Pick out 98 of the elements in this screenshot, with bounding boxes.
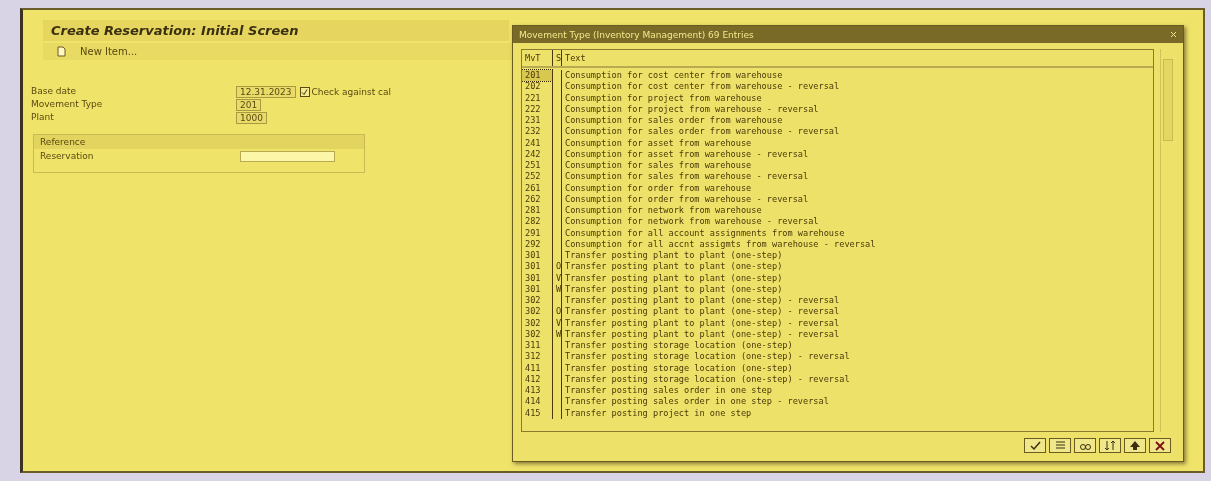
table-cell[interactable]: Consumption for network from warehouse - reversal: [562, 216, 1153, 228]
table-cell[interactable]: Consumption for asset from warehouse - reversal: [562, 148, 1153, 160]
table-cell[interactable]: Consumption for sales from warehouse - reversal: [562, 171, 1153, 183]
table-cell[interactable]: 302: [522, 328, 552, 340]
table-cell[interactable]: Transfer posting storage location (one-step): [562, 340, 1153, 352]
table-cell[interactable]: 221: [522, 92, 552, 104]
table-cell[interactable]: Consumption for all account assignments from warehouse: [562, 227, 1153, 239]
table-cell[interactable]: Consumption for sales order from warehouse: [562, 115, 1153, 127]
sort-icon: [1104, 440, 1116, 451]
input-field[interactable]: 201: [236, 99, 262, 111]
table-cell[interactable]: 281: [522, 205, 552, 217]
screen-title: Create Reservation: Initial Screen: [43, 20, 509, 41]
table-cell[interactable]: Transfer posting plant to plant (one-step): [562, 261, 1153, 273]
table-cell[interactable]: Transfer posting plant to plant (one-step) - reversal: [562, 328, 1153, 340]
table-cell[interactable]: Transfer posting project in one step: [562, 407, 1153, 419]
table-cell[interactable]: 201: [522, 70, 552, 82]
table-cell: O: [552, 306, 562, 318]
table-cell[interactable]: Consumption for sales order from warehouse - reversal: [562, 126, 1153, 138]
check-button[interactable]: [1024, 438, 1046, 453]
table-cell[interactable]: 291: [522, 227, 552, 239]
table-cell[interactable]: 252: [522, 171, 552, 183]
table-cell[interactable]: 414: [522, 396, 552, 408]
find-button[interactable]: [1074, 438, 1096, 453]
table-cell: W: [552, 328, 562, 340]
table-cell[interactable]: 302: [522, 306, 552, 318]
table-cell[interactable]: Transfer posting plant to plant (one-step): [562, 250, 1153, 262]
table-cell[interactable]: 302: [522, 317, 552, 329]
dialog-title: Movement Type (Inventory Management) 69 Entries: [519, 29, 754, 40]
column-header[interactable]: MvT: [522, 50, 552, 66]
input-field[interactable]: 12.31.2023: [236, 86, 296, 98]
table-cell[interactable]: Transfer posting storage location (one-step): [562, 362, 1153, 374]
field-label: Base date: [31, 86, 78, 98]
checkbox[interactable]: [299, 87, 310, 97]
sort-button[interactable]: [1099, 438, 1121, 453]
table-cell[interactable]: 202: [522, 81, 552, 93]
table-cell[interactable]: Consumption for sales from warehouse: [562, 160, 1153, 172]
table-cell[interactable]: 302: [522, 295, 552, 307]
table-cell[interactable]: Transfer posting plant to plant (one-step) - reversal: [562, 317, 1153, 329]
table-cell[interactable]: Consumption for cost center from warehouse - reversal: [562, 81, 1153, 93]
table-cell[interactable]: 232: [522, 126, 552, 138]
cancel-button[interactable]: [1149, 438, 1171, 453]
table-cell[interactable]: 242: [522, 148, 552, 160]
field-label: Plant: [31, 112, 55, 124]
group-title: Reference: [34, 135, 364, 149]
table-cell[interactable]: 312: [522, 351, 552, 363]
table-cell[interactable]: 222: [522, 103, 552, 115]
table-cell[interactable]: Transfer posting sales order in one step: [562, 385, 1153, 397]
table-cell[interactable]: 301: [522, 283, 552, 295]
table-cell[interactable]: 411: [522, 362, 552, 374]
table-cell[interactable]: Transfer posting plant to plant (one-step): [562, 283, 1153, 295]
table-cell[interactable]: Consumption for project from warehouse: [562, 92, 1153, 104]
check-icon: [1029, 440, 1041, 451]
table-cell[interactable]: Consumption for all accnt assigmts from warehouse - reversal: [562, 238, 1153, 250]
document-icon: [57, 46, 66, 57]
table-cell[interactable]: 301: [522, 261, 552, 273]
field-label: Reservation: [40, 151, 95, 162]
table-cell[interactable]: 301: [522, 272, 552, 284]
table-cell[interactable]: Consumption for network from warehouse: [562, 205, 1153, 217]
table-cell[interactable]: Consumption for order from warehouse: [562, 182, 1153, 194]
table-cell[interactable]: 251: [522, 160, 552, 172]
list-button[interactable]: [1049, 438, 1071, 453]
input-field[interactable]: [240, 151, 335, 162]
table-cell[interactable]: 413: [522, 385, 552, 397]
table-cell[interactable]: 282: [522, 216, 552, 228]
table-cell[interactable]: Transfer posting storage location (one-step) - reversal: [562, 373, 1153, 385]
table-cell: V: [552, 272, 562, 284]
table-cell: O: [552, 261, 562, 273]
table-cell[interactable]: 261: [522, 182, 552, 194]
table-cell[interactable]: Transfer posting sales order in one step - reversal: [562, 396, 1153, 408]
table-cell[interactable]: 241: [522, 137, 552, 149]
table-cell: V: [552, 317, 562, 329]
checkbox-label[interactable]: Check against cal: [311, 87, 392, 97]
column-header[interactable]: S: [552, 50, 562, 66]
table-cell[interactable]: Consumption for order from warehouse - reversal: [562, 193, 1153, 205]
table-cell[interactable]: 311: [522, 340, 552, 352]
up-button[interactable]: [1124, 438, 1146, 453]
table-cell[interactable]: Transfer posting storage location (one-step) - reversal: [562, 351, 1153, 363]
table-cell[interactable]: Transfer posting plant to plant (one-step) - reversal: [562, 295, 1153, 307]
column-header[interactable]: Text: [562, 50, 1153, 66]
table-cell[interactable]: 412: [522, 373, 552, 385]
table-cell[interactable]: Transfer posting plant to plant (one-step) - reversal: [562, 306, 1153, 318]
close-icon: [1154, 440, 1166, 451]
table-cell[interactable]: Consumption for cost center from warehouse: [562, 70, 1153, 82]
list-icon: [1054, 440, 1066, 451]
table-cell[interactable]: 262: [522, 193, 552, 205]
table-cell[interactable]: 292: [522, 238, 552, 250]
close-icon[interactable]: [1170, 31, 1177, 38]
new-item-button[interactable]: New Item...: [57, 46, 138, 57]
table-cell[interactable]: Transfer posting plant to plant (one-step): [562, 272, 1153, 284]
table-cell[interactable]: 415: [522, 407, 552, 419]
table-cell[interactable]: Consumption for project from warehouse - reversal: [562, 103, 1153, 115]
field-label: Movement Type: [31, 99, 104, 111]
input-field[interactable]: 1000: [236, 112, 267, 124]
table-cell: W: [552, 283, 562, 295]
table-cell[interactable]: Consumption for asset from warehouse: [562, 137, 1153, 149]
arrow-icon: [1129, 440, 1141, 451]
table-cell[interactable]: 231: [522, 115, 552, 127]
table-cell[interactable]: 301: [522, 250, 552, 262]
